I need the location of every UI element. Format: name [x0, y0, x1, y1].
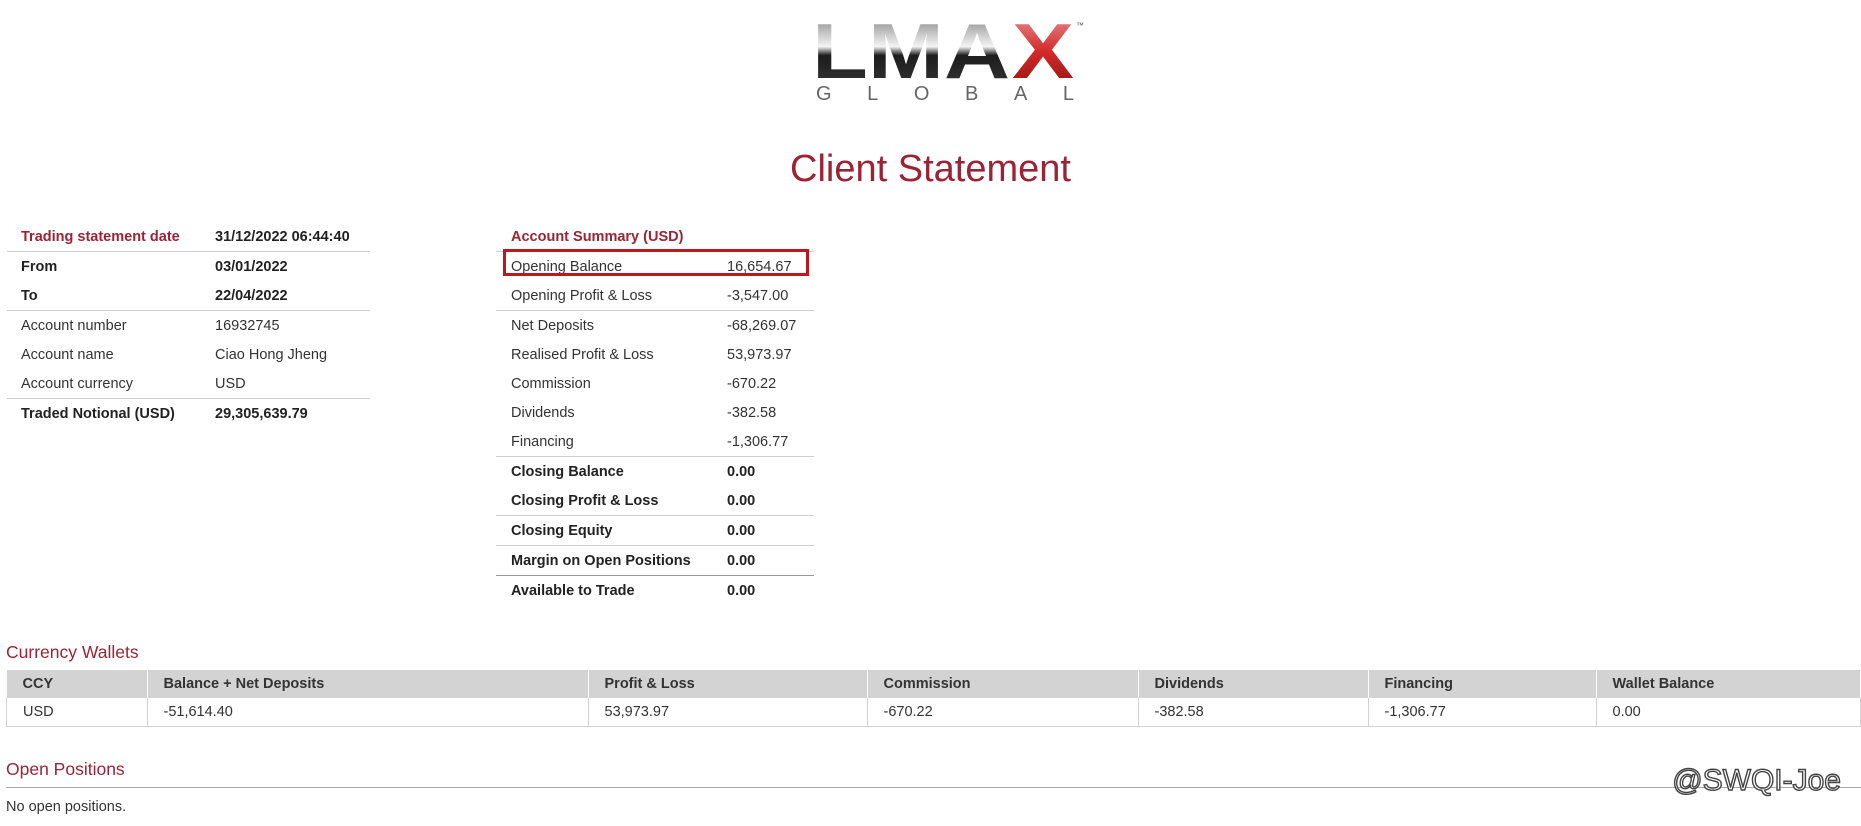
lmax-global-logo: LMA X ™ GLOBAL [812, 18, 1086, 104]
account-summary-table: Account Summary (USD) Opening Balance 16… [496, 222, 814, 605]
info-row-statement-date: Trading statement date 31/12/2022 06:44:… [21, 228, 350, 245]
cell-dividends: -382.58 [1138, 698, 1369, 727]
watermark: @SWQI-Joe [1671, 763, 1841, 797]
open-positions-title: Open Positions [6, 759, 125, 779]
col-wallet-balance: Wallet Balance [1596, 670, 1861, 698]
col-balance-net-deposits: Balance + Net Deposits [147, 670, 589, 698]
col-profit-loss: Profit & Loss [588, 670, 868, 698]
cell-profit-loss: 53,973.97 [588, 698, 868, 727]
cell-financing: -1,306.77 [1368, 698, 1597, 727]
summary-row-financing: Financing -1,306.77 [511, 433, 789, 450]
summary-row-margin-open: Margin on Open Positions 0.00 [496, 545, 814, 575]
open-positions-divider [6, 787, 1861, 788]
summary-row-closing-pl: Closing Profit & Loss 0.00 [511, 492, 756, 509]
currency-wallets-title: Currency Wallets [6, 642, 139, 662]
col-ccy: CCY [6, 670, 148, 698]
cell-commission: -670.22 [867, 698, 1139, 727]
summary-row-closing-balance: Closing Balance 0.00 [496, 456, 814, 486]
svg-text:™: ™ [1076, 21, 1084, 30]
summary-row-closing-equity: Closing Equity 0.00 [496, 515, 814, 545]
info-row-to: To 22/04/2022 [21, 287, 288, 304]
summary-row-opening-pl: Opening Profit & Loss -3,547.00 [511, 287, 789, 304]
table-row: USD -51,614.40 53,973.97 -670.22 -382.58… [6, 698, 1861, 727]
col-financing: Financing [1368, 670, 1597, 698]
summary-heading: Account Summary (USD) [511, 228, 684, 245]
cell-wallet-balance: 0.00 [1596, 698, 1861, 727]
col-commission: Commission [867, 670, 1139, 698]
info-row-traded-notional: Traded Notional (USD) 29,305,639.79 [7, 398, 370, 428]
info-row-account-currency: Account currency USD [21, 375, 246, 392]
summary-row-available: Available to Trade 0.00 [496, 575, 814, 605]
info-row-account-name: Account name Ciao Hong Jheng [21, 346, 328, 363]
summary-row-commission: Commission -670.22 [511, 375, 777, 392]
svg-text:LMA: LMA [812, 18, 1010, 95]
cell-ccy: USD [6, 698, 148, 727]
info-row-account-number: Account number 16932745 [7, 310, 370, 340]
summary-row-dividends: Dividends -382.58 [511, 404, 777, 421]
opening-balance-highlight-box [503, 249, 809, 276]
col-dividends: Dividends [1138, 670, 1369, 698]
summary-row-realised-pl: Realised Profit & Loss 53,973.97 [511, 346, 792, 363]
statement-info-table: Trading statement date 31/12/2022 06:44:… [7, 222, 370, 428]
wallets-header-row: CCY Balance + Net Deposits Profit & Loss… [6, 670, 1861, 698]
summary-row-net-deposits: Net Deposits -68,269.07 [496, 310, 814, 340]
currency-wallets-table: CCY Balance + Net Deposits Profit & Loss… [6, 670, 1861, 727]
page-title: Client Statement [790, 148, 1071, 190]
no-open-positions-text: No open positions. [6, 799, 127, 815]
cell-balance-net-deposits: -51,614.40 [147, 698, 589, 727]
info-row-from: From 03/01/2022 [7, 251, 370, 281]
